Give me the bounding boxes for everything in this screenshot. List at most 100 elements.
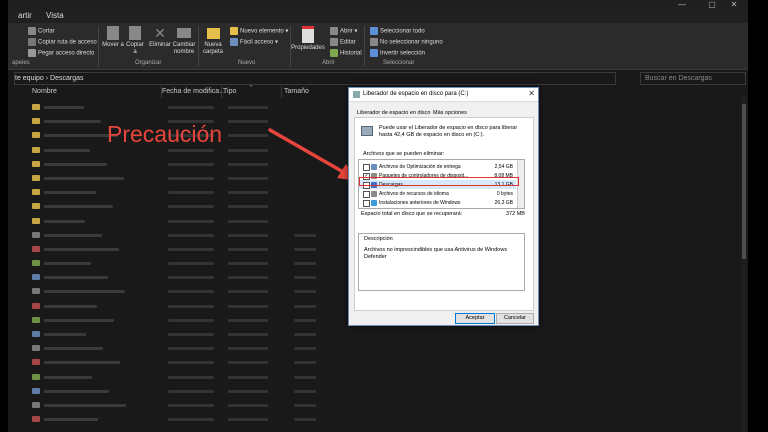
file-type-placeholder xyxy=(228,276,268,280)
file-size-placeholder xyxy=(294,347,316,351)
open-label: Abrir xyxy=(340,28,353,35)
scrollbar-thumb[interactable] xyxy=(742,104,746,259)
folder-icon xyxy=(32,203,40,210)
file-date-placeholder xyxy=(168,276,214,280)
item-checkbox[interactable] xyxy=(363,199,370,207)
properties-button[interactable]: Propiedades xyxy=(288,26,328,52)
file-row[interactable] xyxy=(32,215,332,229)
file-type-placeholder xyxy=(228,290,268,294)
item-checkbox[interactable] xyxy=(363,163,370,171)
file-row[interactable] xyxy=(32,257,332,271)
menu-compartir[interactable]: artir xyxy=(18,11,32,20)
address-bar[interactable]: te equipo › Descargas xyxy=(14,72,616,85)
copy-to-button[interactable]: Copiar a xyxy=(124,26,146,56)
select-all-button[interactable]: Seleccionar todo xyxy=(370,27,425,35)
select-none-button[interactable]: No seleccionar ninguno xyxy=(370,38,443,46)
file-row[interactable] xyxy=(32,342,332,356)
file-type-placeholder xyxy=(228,418,268,422)
item-icon xyxy=(371,163,377,170)
file-type-placeholder xyxy=(228,361,268,365)
description-label: Descripción xyxy=(364,236,393,242)
close-window-button[interactable]: ✕ xyxy=(720,0,748,10)
file-row[interactable] xyxy=(32,300,332,314)
file-row[interactable] xyxy=(32,243,332,257)
vertical-scrollbar[interactable] xyxy=(741,96,747,432)
move-to-button[interactable]: Mover a xyxy=(102,26,124,49)
file-row[interactable] xyxy=(32,413,332,427)
copy-icon xyxy=(129,26,141,40)
item-checkbox[interactable] xyxy=(363,190,370,198)
file-name-placeholder xyxy=(44,318,114,322)
cleanup-list-item[interactable]: Archivos de recursos de idioma 0 bytes xyxy=(359,189,516,198)
cleanup-list-item[interactable]: Archivos de Optimización de entrega 2,54 … xyxy=(359,162,516,171)
disk-cleanup-icon xyxy=(353,91,360,98)
open-button[interactable]: Abrir ▾ xyxy=(330,27,357,35)
file-row[interactable] xyxy=(32,229,332,243)
file-size-placeholder xyxy=(294,318,316,322)
file-row[interactable] xyxy=(32,399,332,413)
ribbon: Cortar Copiar ruta de acceso Pegar acces… xyxy=(8,23,748,70)
dialog-close-icon[interactable]: ✕ xyxy=(528,89,535,98)
new-item-button[interactable]: Nuevo elemento ▾ xyxy=(230,27,288,35)
cut-button[interactable]: Cortar xyxy=(28,27,55,35)
copy-path-button[interactable]: Copiar ruta de acceso xyxy=(28,38,97,46)
file-row[interactable] xyxy=(32,285,332,299)
file-row[interactable] xyxy=(32,186,332,200)
tab-disk-cleanup[interactable]: Liberador de espacio en disco xyxy=(357,110,430,116)
description-line-2: Defender xyxy=(364,254,387,260)
select-group-label: Seleccionar xyxy=(383,60,415,66)
invert-selection-button[interactable]: Invertir selección xyxy=(370,49,425,57)
rename-button[interactable]: Cambiar nombre xyxy=(172,26,196,56)
rename-label: Cambiar nombre xyxy=(172,42,196,55)
history-icon xyxy=(330,49,338,57)
file-row[interactable] xyxy=(32,158,332,172)
minimize-button[interactable]: — xyxy=(668,0,696,10)
cut-label: Cortar xyxy=(38,28,55,35)
file-name-placeholder xyxy=(44,148,90,152)
file-row[interactable] xyxy=(32,101,332,115)
file-row[interactable] xyxy=(32,314,332,328)
invert-selection-label: Invertir selección xyxy=(380,50,426,57)
item-name: Instalaciones anteriores de Windows xyxy=(379,199,461,206)
paste-shortcut-icon xyxy=(28,49,36,57)
folder-icon xyxy=(32,132,40,139)
accept-button[interactable]: Aceptar xyxy=(455,313,495,324)
column-divider xyxy=(281,86,282,98)
file-row[interactable] xyxy=(32,200,332,214)
file-row[interactable] xyxy=(32,385,332,399)
column-header-type[interactable]: Tipo xyxy=(223,88,236,95)
search-input[interactable]: Buscar en Descargas xyxy=(640,72,746,85)
folder-icon xyxy=(32,316,40,323)
file-date-placeholder xyxy=(168,162,214,166)
file-type-placeholder xyxy=(228,318,268,322)
file-date-placeholder xyxy=(168,247,214,251)
menu-vista[interactable]: Vista xyxy=(46,11,64,20)
column-header-name[interactable]: Nombre xyxy=(32,88,57,95)
file-date-placeholder xyxy=(168,106,214,109)
file-size-placeholder xyxy=(294,247,316,251)
new-item-label: Nuevo elemento xyxy=(240,28,284,35)
new-folder-button[interactable]: Nueva carpeta xyxy=(200,26,226,56)
file-row[interactable] xyxy=(32,271,332,285)
cleanup-list-item[interactable]: Instalaciones anteriores de Windows 26,3 … xyxy=(359,198,516,207)
easy-access-button[interactable]: Fácil acceso ▾ xyxy=(230,38,278,46)
cancel-button[interactable]: Cancelar xyxy=(496,313,534,324)
file-row[interactable] xyxy=(32,356,332,370)
tab-more-options[interactable]: Más opciones xyxy=(433,110,467,116)
paste-shortcut-button[interactable]: Pegar acceso directo xyxy=(28,49,94,57)
file-row[interactable] xyxy=(32,371,332,385)
column-header-date[interactable]: Fecha de modifica... xyxy=(162,88,225,95)
new-folder-icon xyxy=(206,28,220,39)
delete-button[interactable]: ✕ Eliminar xyxy=(148,26,172,49)
column-header-size[interactable]: Tamaño xyxy=(284,88,309,95)
file-row[interactable] xyxy=(32,328,332,342)
file-size-placeholder xyxy=(294,333,316,336)
description-line-1: Archivos no imprescindibles que usa Anti… xyxy=(364,247,508,253)
file-size-placeholder xyxy=(294,304,316,308)
sort-caret-icon: ⌃ xyxy=(248,85,254,92)
disk-cleanup-dialog: Liberador de espacio en disco para (C:) … xyxy=(348,87,539,326)
history-button[interactable]: Historial xyxy=(330,49,362,57)
ribbon-divider xyxy=(364,26,365,66)
file-row[interactable] xyxy=(32,172,332,186)
edit-button[interactable]: Editar xyxy=(330,38,356,46)
